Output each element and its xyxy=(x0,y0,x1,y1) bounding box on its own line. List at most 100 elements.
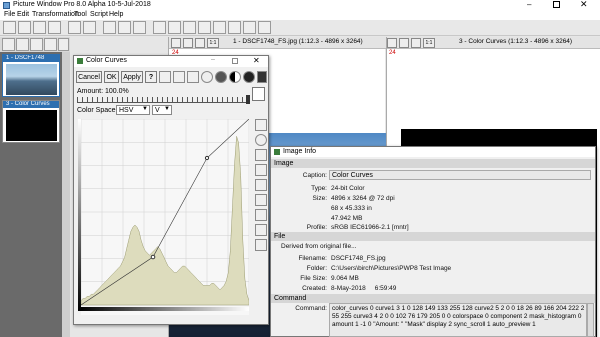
zoom-out-icon[interactable] xyxy=(399,38,409,48)
curve-tool-icon[interactable] xyxy=(255,179,267,191)
type-value: 24-bit Color xyxy=(331,185,365,192)
new-icon[interactable] xyxy=(3,21,16,34)
minimize-icon[interactable]: – xyxy=(527,0,531,9)
menu-bar: File Edit Transformation Tool Script Hel… xyxy=(0,11,600,20)
caption-field[interactable]: Color Curves xyxy=(329,170,591,180)
histogram-icon[interactable] xyxy=(255,164,267,176)
undo-icon[interactable] xyxy=(68,21,81,34)
chevron-down-icon: ▼ xyxy=(164,106,170,112)
curve-point[interactable] xyxy=(150,254,156,260)
amount-label: Amount: 100.0% xyxy=(77,88,129,95)
tool-e-icon[interactable] xyxy=(213,21,226,34)
menu-transformation[interactable]: Transformation xyxy=(32,11,79,18)
zoom-out-icon[interactable] xyxy=(183,38,193,48)
maximize-icon[interactable] xyxy=(232,58,238,64)
print-icon[interactable] xyxy=(258,21,271,34)
thumbnail-panel: 1 - DSCF1748 3 - Color Curves xyxy=(0,37,70,337)
menu-tool[interactable]: Tool xyxy=(74,11,87,18)
curves-graph[interactable] xyxy=(81,119,249,315)
curve-tool-2-icon[interactable] xyxy=(255,194,267,206)
amount-slider[interactable] xyxy=(77,97,249,103)
image-window-1-title: 1 - DSCF1748_FS.jpg (1:12.3 - 4896 x 326… xyxy=(233,38,363,45)
created-label: Created: xyxy=(302,285,327,292)
created-value: 8-May-2018 6:59:49 xyxy=(331,285,397,292)
circle-filled-icon[interactable] xyxy=(215,71,227,83)
zoom-fit-icon[interactable] xyxy=(411,38,421,48)
dialog-title: Image Info xyxy=(283,148,317,155)
circle-dark-icon[interactable] xyxy=(243,71,255,83)
menu-script[interactable]: Script xyxy=(90,11,108,18)
redo-icon[interactable] xyxy=(83,21,96,34)
zoom-in-icon[interactable] xyxy=(171,38,181,48)
tool-g-icon[interactable] xyxy=(243,21,256,34)
zoom-icon[interactable] xyxy=(255,239,267,251)
reset-icon[interactable] xyxy=(187,71,199,83)
curve-point[interactable] xyxy=(204,155,210,161)
image-window-3-title: 3 - Color Curves (1:12.3 - 4896 x 3264) xyxy=(459,38,573,45)
tool-f-icon[interactable] xyxy=(228,21,241,34)
zoom-fit-icon[interactable] xyxy=(195,38,205,48)
channel-select[interactable]: V ▼ xyxy=(152,105,172,115)
curve-tool-3-icon[interactable] xyxy=(255,209,267,221)
zoom-fit-icon[interactable] xyxy=(30,38,43,51)
filesize-value: 9.064 MB xyxy=(331,275,359,282)
command-text[interactable]: color_curves 0 curve1 3 1 0 128 149 133 … xyxy=(329,303,587,337)
circle-icon[interactable] xyxy=(201,71,213,83)
menu-help[interactable]: Help xyxy=(109,11,123,18)
gamma-icon[interactable] xyxy=(255,224,267,236)
settings-icon[interactable] xyxy=(159,71,171,83)
filename-label: Filename: xyxy=(298,255,327,262)
color-space-select[interactable]: HSV ▼ xyxy=(116,105,150,115)
pointer-icon[interactable] xyxy=(255,149,267,161)
cancel-button[interactable]: Cancel xyxy=(76,71,102,83)
tool-a-icon[interactable] xyxy=(153,21,166,34)
settings-icon[interactable] xyxy=(255,119,267,131)
refresh-icon[interactable] xyxy=(173,71,185,83)
close-icon[interactable]: ✕ xyxy=(253,56,260,65)
circle-half-icon[interactable] xyxy=(229,71,241,83)
color-swatch[interactable] xyxy=(252,87,265,101)
zoom-out-icon[interactable] xyxy=(16,38,29,51)
thumbnail-1[interactable]: 1 - DSCF1748 xyxy=(2,54,60,97)
mask-icon[interactable] xyxy=(257,71,267,83)
image-window-1-toolbar: 1:1 1 - DSCF1748_FS.jpg (1:12.3 - 4896 x… xyxy=(169,37,386,49)
command-scrollbar[interactable] xyxy=(587,303,594,337)
paste-icon[interactable] xyxy=(133,21,146,34)
tool-c-icon[interactable] xyxy=(183,21,196,34)
save-icon[interactable] xyxy=(33,21,46,34)
menu-file[interactable]: File xyxy=(4,11,15,18)
size-inches-value: 68 x 45.333 in xyxy=(331,205,372,212)
copy-icon[interactable] xyxy=(118,21,131,34)
derived-note: Derived from original file... xyxy=(281,243,357,250)
section-image: Image xyxy=(271,159,595,168)
help-button[interactable]: ? xyxy=(145,71,157,83)
menu-edit[interactable]: Edit xyxy=(17,11,29,18)
zoom-1to1-button[interactable]: 1:1 xyxy=(207,38,219,48)
zoom-in-icon[interactable] xyxy=(387,38,397,48)
open-icon[interactable] xyxy=(18,21,31,34)
app-icon xyxy=(3,2,10,9)
tool-b-icon[interactable] xyxy=(168,21,181,34)
ok-button[interactable]: OK xyxy=(104,71,119,83)
minimize-icon[interactable]: – xyxy=(211,56,215,63)
tool-d-icon[interactable] xyxy=(198,21,211,34)
panel-zoom-icon[interactable] xyxy=(58,38,69,51)
panel-scrollbar[interactable] xyxy=(62,52,70,337)
size-mb-value: 47.942 MB xyxy=(331,215,363,222)
apply-button[interactable]: Apply xyxy=(121,71,143,83)
cut-icon[interactable] xyxy=(103,21,116,34)
thumbnail-image xyxy=(6,64,57,95)
command-label: Command: xyxy=(295,305,327,312)
amount-slider-thumb[interactable] xyxy=(246,95,250,104)
zoom-1to1-button[interactable]: 1:1 xyxy=(423,38,435,48)
close-file-icon[interactable] xyxy=(48,21,61,34)
section-command: Command xyxy=(271,294,595,303)
toolbar xyxy=(0,20,600,36)
zoom-in-icon[interactable] xyxy=(2,38,15,51)
thumbnail-3[interactable]: 3 - Color Curves xyxy=(2,100,60,143)
panel-settings-icon[interactable] xyxy=(44,38,57,51)
maximize-icon[interactable] xyxy=(553,1,560,8)
size-value: 4896 x 3264 @ 72 dpi xyxy=(331,195,395,202)
circle-icon[interactable] xyxy=(255,134,267,146)
close-icon[interactable]: ✕ xyxy=(580,0,588,10)
